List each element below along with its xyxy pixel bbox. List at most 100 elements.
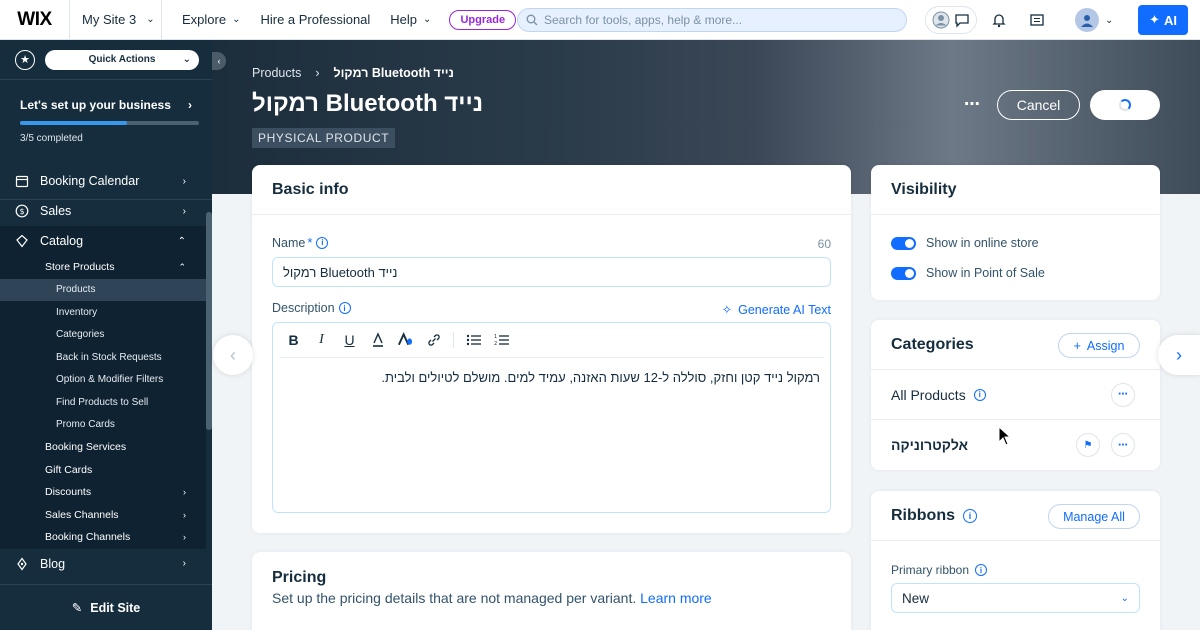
category-name: All Products — [891, 386, 966, 403]
info-icon[interactable]: i — [975, 564, 988, 576]
sidebar-item-label: Gift Cards — [45, 463, 93, 476]
manage-all-button[interactable]: Manage All — [1048, 504, 1140, 529]
next-product-button[interactable]: › — [1158, 335, 1200, 375]
cancel-button[interactable]: Cancel — [997, 90, 1080, 120]
save-button[interactable] — [1090, 90, 1160, 120]
setup-progress-text: 3/5 completed — [20, 133, 83, 144]
nav-hire-professional[interactable]: Hire a Professional — [260, 12, 370, 27]
sidebar-item-inventory[interactable]: Inventory — [0, 301, 206, 324]
sidebar-item-label: Sales — [40, 204, 72, 218]
edit-site-button[interactable]: ✎ Edit Site — [0, 584, 212, 630]
sidebar-item-find-products[interactable]: Find Products to Sell — [0, 391, 206, 414]
search-input[interactable]: Search for tools, apps, help & more... — [517, 8, 907, 32]
highlight-color-icon[interactable] — [397, 332, 414, 349]
sidebar-item-booking-services[interactable]: Booking Services — [0, 436, 206, 459]
name-input[interactable]: רמקול Bluetooth נייד — [272, 257, 831, 287]
more-actions-icon[interactable]: ⋯ — [1111, 433, 1135, 457]
loading-spinner-icon — [1119, 99, 1131, 111]
catalog-section: Catalog ⌃ Store Products ⌃ Products Inve… — [0, 226, 206, 549]
pos-toggle-row: Show in Point of Sale — [891, 266, 1045, 280]
bold-icon[interactable]: B — [285, 332, 302, 349]
more-actions-icon[interactable]: ⋯ — [1111, 382, 1135, 407]
italic-icon[interactable]: I — [313, 332, 330, 349]
breadcrumb: Products › רמקול Bluetooth נייד — [252, 66, 454, 80]
quick-actions-row: ★ Quick Actions ⌄ — [0, 40, 212, 80]
sidebar-item-catalog[interactable]: Catalog ⌃ — [0, 226, 206, 256]
more-actions-icon[interactable]: ⋯ — [964, 94, 980, 114]
breadcrumb-products[interactable]: Products — [252, 66, 301, 80]
underline-icon[interactable]: U — [341, 332, 358, 349]
svg-text:$: $ — [19, 207, 24, 216]
pricing-title: Pricing — [272, 569, 327, 586]
sidebar-item-option-filters[interactable]: Option & Modifier Filters — [0, 369, 206, 392]
dollar-icon: $ — [14, 203, 30, 219]
nav-help-label: Help — [390, 12, 418, 27]
basic-info-title: Basic info — [252, 165, 851, 215]
calendar-icon — [14, 173, 30, 189]
setup-progress-fill — [20, 121, 128, 125]
assign-button[interactable]: + Assign — [1058, 333, 1140, 358]
chevron-down-icon: ⌄ — [1105, 14, 1114, 26]
chat-icon — [954, 12, 970, 28]
info-icon[interactable]: i — [338, 302, 351, 314]
generate-ai-text-button[interactable]: ✧ Generate AI Text — [722, 302, 831, 318]
learn-more-link[interactable]: Learn more — [640, 590, 712, 606]
required-mark: * — [307, 235, 313, 250]
previous-product-button[interactable]: ‹ — [213, 335, 253, 375]
wix-logo[interactable]: WIX — [0, 0, 70, 40]
nav-help[interactable]: Help ⌄ — [390, 12, 431, 27]
star-icon[interactable]: ★ — [15, 49, 35, 70]
info-icon[interactable]: i — [973, 388, 986, 401]
nav-explore[interactable]: Explore ⌄ — [182, 12, 240, 27]
sidebar-item-back-in-stock[interactable]: Back in Stock Requests — [0, 346, 206, 369]
community-button[interactable] — [925, 6, 977, 34]
sidebar-item-gift-cards[interactable]: Gift Cards — [0, 459, 206, 482]
sidebar-item-blog[interactable]: Blog › — [0, 549, 206, 579]
chevron-right-icon: › — [182, 205, 186, 217]
nav-hire-label: Hire a Professional — [260, 12, 371, 27]
info-icon[interactable]: i — [963, 508, 977, 523]
sidebar-item-products[interactable]: Products — [0, 278, 206, 301]
plus-icon: + — [1073, 338, 1081, 353]
primary-ribbon-select[interactable]: New ⌄ — [891, 583, 1140, 613]
online-store-toggle[interactable] — [891, 236, 916, 250]
numbered-list-icon[interactable]: 12 — [493, 332, 510, 349]
description-text[interactable]: רמקול נייד קטן וחזק, סוללה ל-12 שעות האז… — [273, 358, 830, 385]
flag-icon[interactable]: ⚑ — [1076, 433, 1100, 457]
online-store-toggle-row: Show in online store — [891, 236, 1039, 250]
chevron-down-icon: ⌄ — [146, 14, 155, 25]
upgrade-button[interactable]: Upgrade — [449, 9, 517, 30]
ai-label: AI — [1163, 12, 1177, 28]
description-editor[interactable]: B I U 12 רמקול נייד קטן וחזק, סוללה ל-12… — [272, 322, 831, 513]
generate-ai-label: Generate AI Text — [738, 302, 831, 317]
sidebar-item-promo-cards[interactable]: Promo Cards — [0, 414, 206, 437]
sidebar-item-sales[interactable]: $ Sales › — [0, 196, 206, 226]
inbox-icon[interactable] — [1029, 12, 1045, 28]
sidebar-item-discounts[interactable]: Discounts › — [0, 481, 206, 504]
sidebar-menu: Booking Calendar › $ Sales › Catalog ⌃ S… — [0, 166, 206, 579]
pos-label: Show in Point of Sale — [926, 266, 1045, 280]
sidebar-item-label: Booking Channels — [45, 531, 131, 544]
bullet-list-icon[interactable] — [465, 332, 482, 349]
text-color-icon[interactable] — [369, 332, 386, 349]
sidebar-item-sales-channels[interactable]: Sales Channels › — [0, 504, 206, 527]
name-label-row: Name * i — [272, 235, 329, 250]
site-selector[interactable]: My Site 3 ⌄ — [70, 0, 162, 40]
account-menu[interactable]: ⌄ — [1075, 8, 1113, 32]
ai-button[interactable]: ✦ AI — [1138, 5, 1188, 35]
chevron-right-icon: › — [188, 98, 192, 112]
link-icon[interactable] — [425, 332, 442, 349]
setup-title-row: Let's set up your business › — [20, 98, 192, 112]
sidebar-item-store-products[interactable]: Store Products ⌃ — [0, 256, 206, 279]
online-store-label: Show in online store — [926, 236, 1039, 250]
sidebar-item-booking-channels[interactable]: Booking Channels › — [0, 526, 206, 549]
sidebar-item-categories[interactable]: Categories — [0, 324, 206, 347]
category-row-all-products: All Products i ⋯ — [871, 370, 1160, 420]
top-icons: ⌄ — [925, 6, 1113, 34]
quick-actions-button[interactable]: Quick Actions ⌄ — [45, 49, 199, 70]
pos-toggle[interactable] — [891, 266, 916, 280]
sidebar-item-booking-calendar[interactable]: Booking Calendar › — [0, 166, 206, 196]
bell-icon[interactable] — [991, 12, 1007, 28]
quick-actions-label: Quick Actions — [88, 54, 156, 65]
info-icon[interactable]: i — [316, 236, 329, 249]
